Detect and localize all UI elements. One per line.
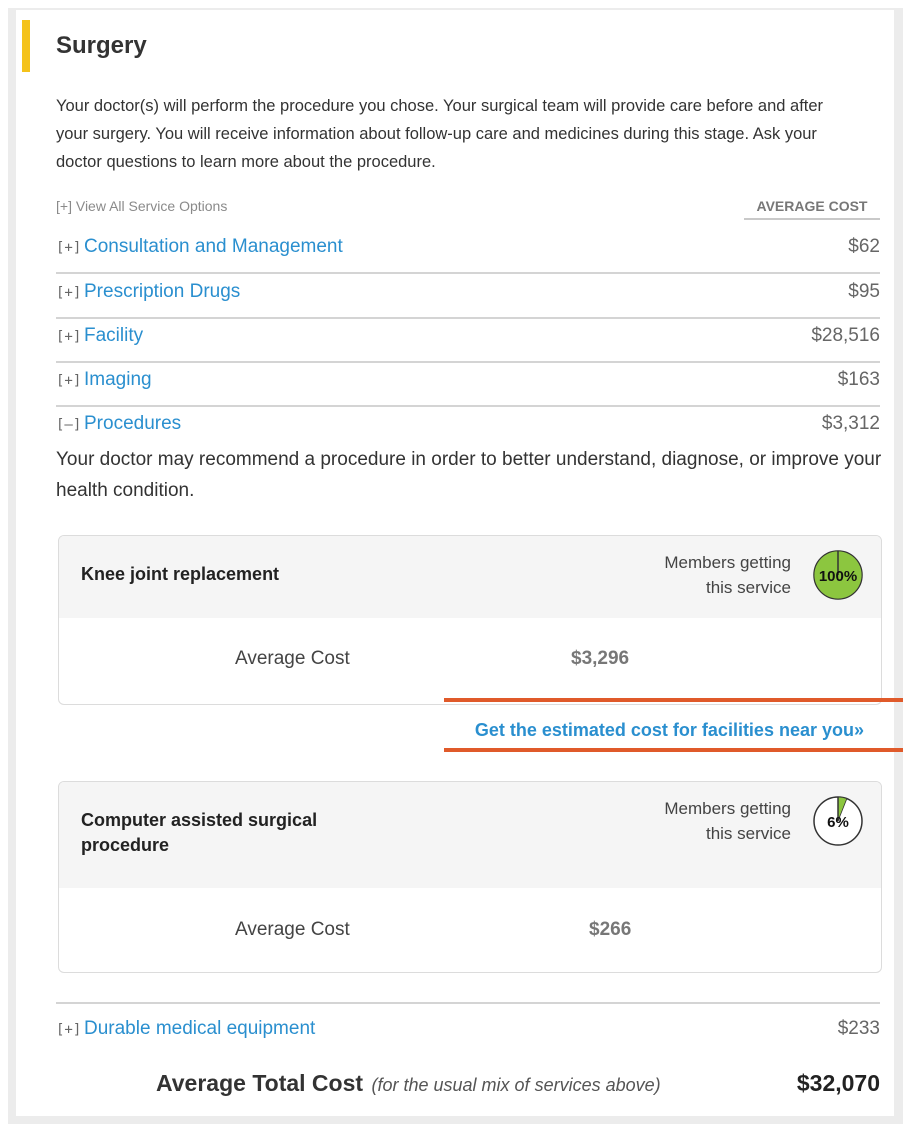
service-row-durable-medical-equipment[interactable]: [+] Durable medical equipment $233 — [56, 1010, 880, 1054]
total-note: (for the usual mix of services above) — [371, 1075, 661, 1095]
service-row-facility[interactable]: [+] Facility $28,516 — [56, 317, 880, 363]
surgery-panel: Surgery Your doctor(s) will perform the … — [16, 10, 903, 1116]
average-cost-value: $266 — [589, 919, 632, 940]
percent-label: 6% — [827, 814, 849, 831]
service-link[interactable]: Consultation and Management — [84, 236, 343, 258]
section-divider — [56, 1002, 880, 1004]
expand-toggle[interactable]: [+] — [56, 1022, 81, 1038]
card-header: Computer assisted surgical procedure Mem… — [59, 782, 881, 888]
section-accent-bar — [22, 20, 30, 72]
service-row-imaging[interactable]: [+] Imaging $163 — [56, 361, 880, 407]
service-row-procedures[interactable]: [–] Procedures $3,312 — [56, 405, 880, 449]
service-row-consultation[interactable]: [+] Consultation and Management $62 — [56, 228, 880, 274]
members-line: Members getting — [664, 553, 791, 572]
average-cost-value: $3,296 — [571, 648, 630, 669]
procedures-description: Your doctor may recommend a procedure in… — [56, 449, 882, 501]
section-intro: Your doctor(s) will perform the procedur… — [56, 97, 824, 171]
expand-toggle[interactable]: [+] — [56, 285, 81, 301]
card-header: Knee joint replacement Members getting t… — [59, 536, 881, 618]
percent-pie-icon: 6% — [813, 796, 863, 846]
view-all-label[interactable]: View All Service Options — [76, 198, 227, 214]
service-cost: $163 — [837, 369, 880, 390]
service-link[interactable]: Prescription Drugs — [84, 281, 240, 303]
members-line: this service — [705, 824, 791, 843]
average-cost-label: Average Cost — [235, 648, 350, 669]
total-label: Average Total Cost — [156, 1070, 364, 1096]
total-value: $32,070 — [796, 1070, 880, 1096]
service-cost: $3,312 — [821, 413, 880, 434]
procedure-title: Computer assisted surgical procedure — [81, 808, 317, 858]
procedure-card-computer-assisted-surgical: Computer assisted surgical procedure Mem… — [58, 781, 882, 973]
expand-toggle[interactable]: [+] — [56, 240, 81, 256]
average-total-cost: Average Total Cost (for the usual mix of… — [156, 1070, 880, 1097]
service-cost: $95 — [848, 281, 880, 302]
procedure-title-line: Computer assisted surgical — [81, 810, 318, 830]
highlight-line-bottom — [444, 748, 903, 752]
procedure-card-knee-joint-replacement: Knee joint replacement Members getting t… — [58, 535, 882, 705]
procedure-title-line: procedure — [81, 835, 170, 855]
expand-toggle[interactable]: [+] — [56, 373, 81, 389]
service-row-prescription-drugs[interactable]: [+] Prescription Drugs $95 — [56, 273, 880, 319]
percent-pie-icon: 100% — [813, 550, 863, 600]
average-cost-label: Average Cost — [235, 919, 350, 940]
percent-label: 100% — [819, 568, 857, 585]
service-link[interactable]: Facility — [84, 325, 143, 347]
procedure-title: Knee joint replacement — [81, 564, 280, 584]
section-title: Surgery — [56, 32, 147, 59]
members-getting-service: Members getting this service — [664, 550, 791, 600]
service-cost: $62 — [848, 236, 880, 257]
service-link[interactable]: Durable medical equipment — [84, 1018, 315, 1040]
view-all-service-options[interactable]: [+] View All Service Options — [56, 198, 227, 214]
expand-toggle[interactable]: [+] — [56, 329, 81, 345]
service-cost: $233 — [837, 1018, 880, 1039]
members-line: Members getting — [664, 799, 791, 818]
service-link[interactable]: Procedures — [84, 413, 181, 435]
service-link[interactable]: Imaging — [84, 369, 152, 391]
service-cost: $28,516 — [811, 325, 880, 346]
average-cost-header: AVERAGE COST — [744, 198, 880, 220]
expand-toggle[interactable]: [+] — [56, 198, 72, 214]
facility-estimate-link[interactable]: Get the estimated cost for facilities ne… — [475, 720, 864, 741]
members-line: this service — [705, 578, 791, 597]
highlight-line-top — [444, 698, 903, 702]
collapse-toggle[interactable]: [–] — [56, 417, 81, 433]
members-getting-service: Members getting this service — [664, 796, 791, 846]
